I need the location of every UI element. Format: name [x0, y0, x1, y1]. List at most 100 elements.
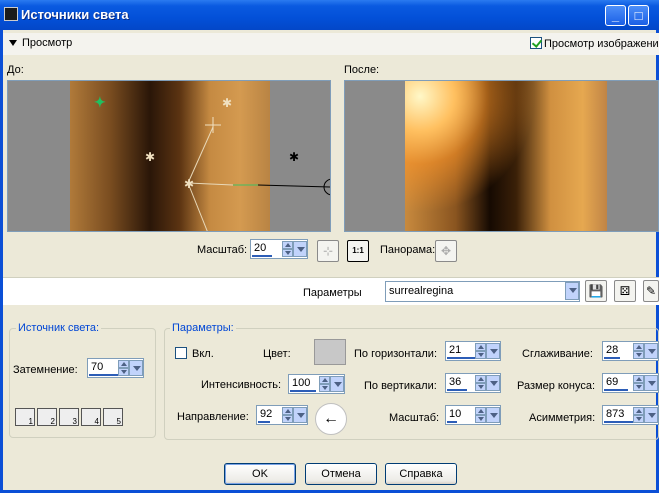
- spin-up-icon: [633, 375, 644, 383]
- dimming-spinner[interactable]: [118, 360, 129, 376]
- light-preset-5-button[interactable]: 5: [103, 408, 123, 426]
- zoom-value: 20: [254, 242, 267, 254]
- presets-combo[interactable]: surrealregina: [385, 281, 580, 302]
- zoom-one-to-one-button[interactable]: 1:1: [347, 240, 369, 262]
- light-preset-1-button[interactable]: 1: [15, 408, 35, 426]
- scale-label: Масштаб:: [389, 412, 440, 424]
- color-label: Цвет:: [263, 348, 291, 360]
- scale-value: 10: [449, 408, 462, 420]
- preview-toggle[interactable]: Просмотр: [9, 37, 72, 49]
- cone-size-dropdown-button[interactable]: [644, 375, 658, 391]
- scale-dropdown-button[interactable]: [486, 407, 500, 423]
- intensity-dropdown-button[interactable]: [330, 376, 344, 392]
- intensity-slider-fill: [290, 390, 316, 392]
- smoothing-field[interactable]: 28: [602, 341, 659, 361]
- vertical-field[interactable]: 36: [445, 373, 501, 393]
- zoom-fit-icon[interactable]: ⊹: [317, 240, 339, 262]
- horizontal-slider-fill: [447, 357, 475, 359]
- spin-down-icon: [319, 384, 330, 392]
- smoothing-label: Сглаживание:: [522, 348, 593, 360]
- spin-down-icon: [475, 351, 486, 359]
- light-preset-4-button[interactable]: 4: [81, 408, 101, 426]
- light-on-checkbox[interactable]: Вкл.: [175, 347, 214, 360]
- spin-down-icon: [475, 383, 486, 391]
- cone-size-label: Размер конуса:: [517, 380, 596, 392]
- light-markers-overlay[interactable]: ✦ ✱ ✱ ✱ ✱: [8, 81, 331, 232]
- spin-up-icon: [282, 241, 293, 249]
- random-preset-icon[interactable]: ⚄: [614, 280, 636, 302]
- direction-label: Направление:: [177, 411, 249, 423]
- vertical-label: По вертикали:: [364, 380, 437, 392]
- before-preview-pane[interactable]: ✦ ✱ ✱ ✱ ✱: [7, 80, 331, 232]
- spin-down-icon: [633, 383, 644, 391]
- horizontal-dropdown-button[interactable]: [486, 343, 500, 359]
- zoom-dropdown-button[interactable]: [293, 241, 307, 257]
- spin-up-icon: [475, 407, 486, 415]
- spin-up-icon: [118, 360, 129, 368]
- scale-spinner[interactable]: [475, 407, 486, 423]
- cone-size-field[interactable]: 69: [602, 373, 659, 393]
- vertical-dropdown-button[interactable]: [486, 375, 500, 391]
- save-preset-icon[interactable]: 💾: [585, 280, 607, 302]
- horizontal-label: По горизонтали:: [354, 348, 437, 360]
- light-direction-line: [187, 126, 214, 184]
- cone-size-spinner[interactable]: [633, 375, 644, 391]
- light-marker-icon: ✱: [289, 150, 299, 164]
- show-image-preview-checkbox[interactable]: Просмотр изображения: [530, 37, 659, 50]
- asymmetry-label: Асимметрия:: [529, 412, 596, 424]
- parameters-group-title: Параметры:: [170, 322, 236, 334]
- direction-dropdown-button[interactable]: [293, 407, 307, 423]
- dimming-value: 70: [91, 361, 104, 373]
- vertical-spinner[interactable]: [475, 375, 486, 391]
- spin-down-icon: [282, 249, 293, 257]
- title-bar: Источники света _ □: [0, 0, 659, 30]
- direction-slider-fill: [258, 421, 270, 423]
- light-marker-icon: ✱: [222, 96, 232, 110]
- spin-up-icon: [475, 375, 486, 383]
- horizontal-field[interactable]: 21: [445, 341, 501, 361]
- cone-size-value: 69: [606, 376, 619, 388]
- scale-field[interactable]: 10: [445, 405, 501, 425]
- smoothing-spinner[interactable]: [633, 343, 644, 359]
- direction-spinner[interactable]: [282, 407, 293, 423]
- help-button[interactable]: Справка: [385, 463, 457, 485]
- spin-down-icon: [282, 415, 293, 423]
- direction-field[interactable]: 92: [256, 405, 308, 425]
- light-color-swatch[interactable]: [314, 339, 346, 365]
- dimming-field[interactable]: 70: [87, 358, 144, 378]
- pan-icon[interactable]: ✥: [435, 240, 457, 262]
- show-image-preview-label: Просмотр изображения: [544, 38, 659, 50]
- edit-preset-icon[interactable]: ✎: [643, 280, 659, 302]
- preview-panel-bar: Просмотр Просмотр изображения: [3, 33, 659, 55]
- dimming-dropdown-button[interactable]: [129, 360, 143, 376]
- direction-dial-icon[interactable]: ←: [315, 403, 347, 435]
- checkbox-checked-icon: [530, 37, 542, 49]
- cancel-button[interactable]: Отмена: [305, 463, 377, 485]
- intensity-field[interactable]: 100: [288, 374, 345, 394]
- asymmetry-field[interactable]: 873: [602, 405, 659, 425]
- asymmetry-spinner[interactable]: [633, 407, 644, 423]
- smoothing-dropdown-button[interactable]: [644, 343, 658, 359]
- spin-up-icon: [319, 376, 330, 384]
- zoom-spinner[interactable]: [282, 241, 293, 257]
- zoom-label: Масштаб:: [197, 244, 248, 256]
- intensity-value: 100: [292, 377, 311, 389]
- zoom-field[interactable]: 20: [250, 239, 308, 259]
- ok-button[interactable]: OK: [224, 463, 296, 485]
- light-marker-icon: ✱: [145, 150, 155, 164]
- light-marker-selected-icon: ✱: [184, 177, 194, 191]
- light-preset-3-button[interactable]: 3: [59, 408, 79, 426]
- maximize-button[interactable]: □: [628, 5, 649, 26]
- spin-up-icon: [633, 343, 644, 351]
- intensity-spinner[interactable]: [319, 376, 330, 392]
- minimize-button[interactable]: _: [605, 5, 626, 26]
- light-cone-line: [257, 184, 330, 188]
- horizontal-spinner[interactable]: [475, 343, 486, 359]
- presets-dropdown-button[interactable]: [565, 282, 579, 300]
- after-preview-pane: [344, 80, 659, 232]
- light-preset-2-button[interactable]: 2: [37, 408, 57, 426]
- spin-down-icon: [118, 368, 129, 376]
- asymmetry-dropdown-button[interactable]: [644, 407, 658, 423]
- checkbox-unchecked-icon: [175, 347, 187, 359]
- spin-up-icon: [282, 407, 293, 415]
